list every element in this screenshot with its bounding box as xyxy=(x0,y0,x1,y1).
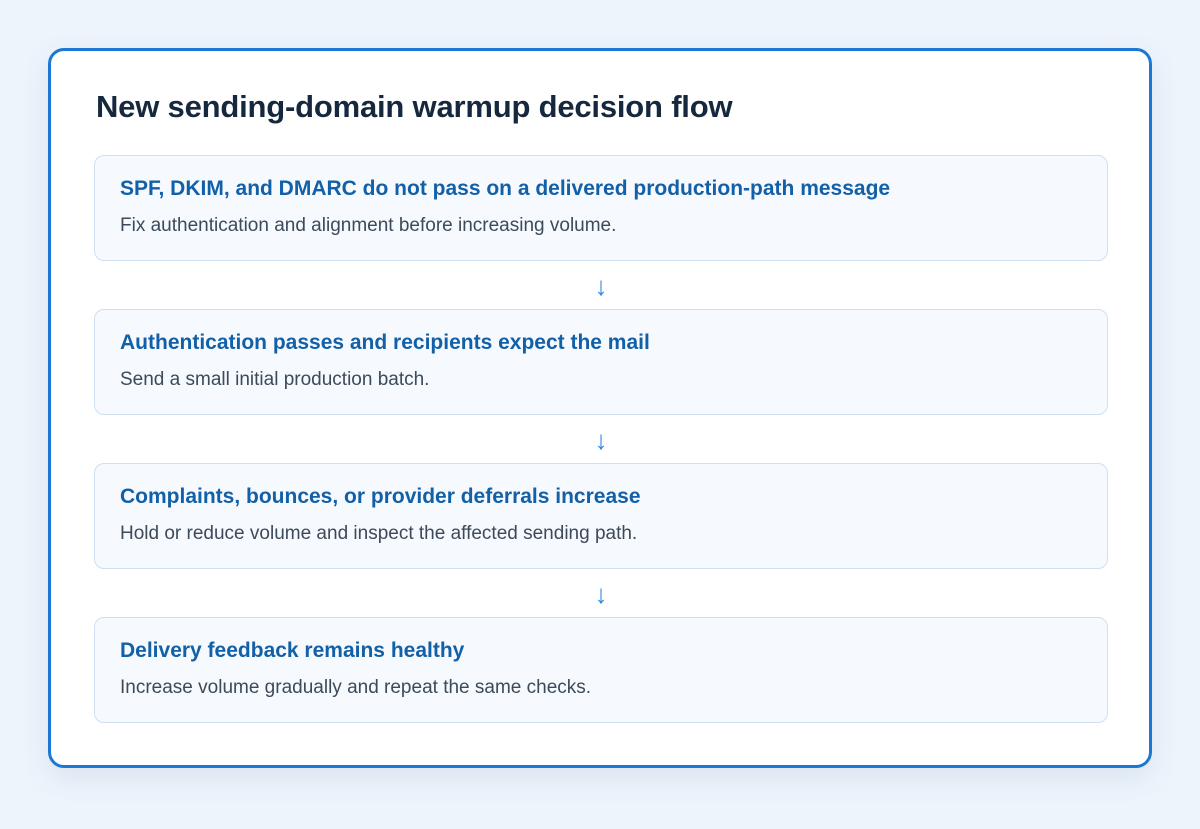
step-heading: Complaints, bounces, or provider deferra… xyxy=(120,485,641,508)
step-description: Hold or reduce volume and inspect the af… xyxy=(120,523,638,544)
flow-step-authentication-passes: Authentication passes and recipients exp… xyxy=(94,309,1108,415)
flow-step-delivery-healthy: Delivery feedback remains healthy Increa… xyxy=(94,617,1108,723)
step-heading: Delivery feedback remains healthy xyxy=(120,639,465,662)
step-heading: SPF, DKIM, and DMARC do not pass on a de… xyxy=(120,177,891,200)
down-arrow-icon: ↓ xyxy=(594,271,608,301)
page-title: New sending-domain warmup decision flow xyxy=(96,89,733,124)
step-description: Send a small initial production batch. xyxy=(120,369,430,390)
down-arrow-icon: ↓ xyxy=(594,579,608,609)
step-description: Increase volume gradually and repeat the… xyxy=(120,677,592,698)
down-arrow-icon: ↓ xyxy=(594,425,608,455)
flow-step-complaints-increase: Complaints, bounces, or provider deferra… xyxy=(94,463,1108,569)
step-heading: Authentication passes and recipients exp… xyxy=(120,331,650,354)
step-description: Fix authentication and alignment before … xyxy=(120,215,617,236)
flow-step-authentication-failing: SPF, DKIM, and DMARC do not pass on a de… xyxy=(94,155,1108,261)
decision-flow-card: New sending-domain warmup decision flow … xyxy=(48,48,1152,768)
